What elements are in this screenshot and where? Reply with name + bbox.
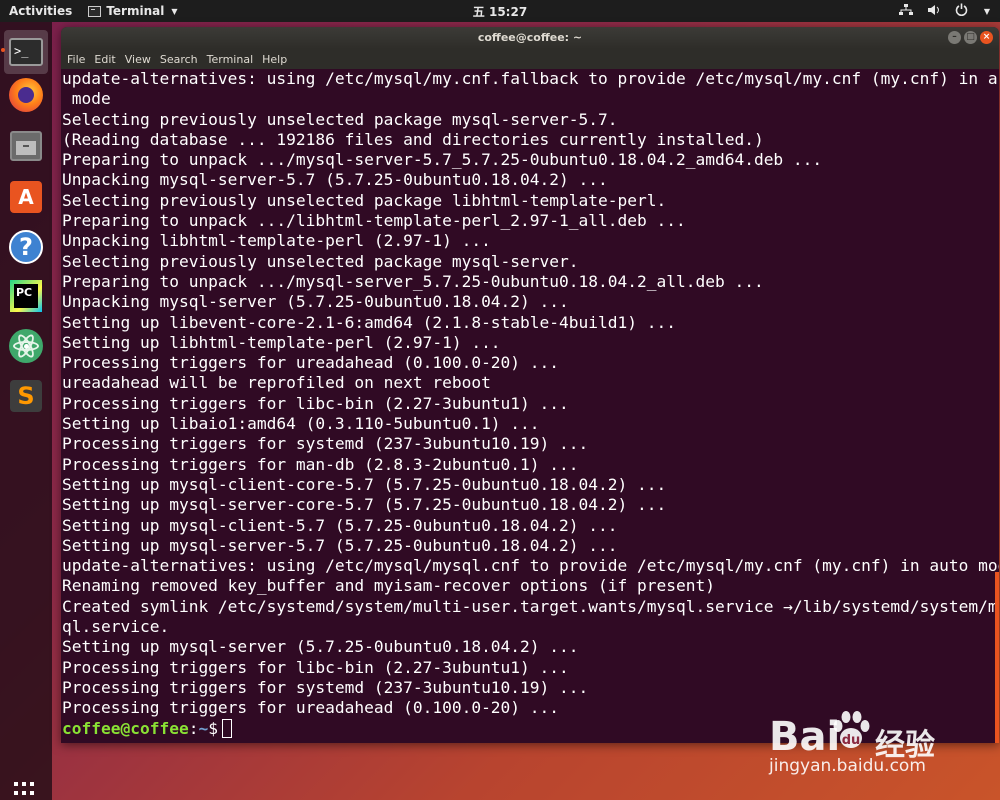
atom-icon (9, 329, 43, 363)
terminal-window: coffee@coffee: ~ – □ × File Edit View Se… (61, 27, 999, 743)
terminal-line: ureadahead will be reprofiled on next re… (62, 373, 491, 393)
dock-terminal[interactable]: >_ (1, 30, 48, 74)
terminal-line: Setting up mysql-server-5.7 (5.7.25-0ubu… (62, 535, 618, 555)
terminal-line: Setting up libhtml-template-perl (2.97-1… (62, 332, 501, 352)
terminal-line: Setting up libaio1:amd64 (0.3.110-5ubunt… (62, 414, 540, 434)
terminal-line: Processing triggers for libc-bin (2.27-3… (62, 393, 569, 413)
terminal-line: Unpacking mysql-server (5.7.25-0ubuntu0.… (62, 292, 569, 312)
baidu-watermark: Bai du 经验 jingyan.baidu.com (765, 702, 975, 782)
system-tray[interactable]: ▼ (898, 3, 990, 19)
menu-search[interactable]: Search (160, 53, 198, 66)
menu-bar: File Edit View Search Terminal Help (61, 49, 999, 69)
volume-icon (927, 4, 941, 19)
prompt-path: ~ (198, 718, 209, 738)
pycharm-icon: PC (10, 280, 42, 312)
terminal-line: Selecting previously unselected package … (62, 109, 618, 129)
terminal-mini-icon (88, 5, 102, 17)
dock-firefox[interactable] (4, 73, 48, 117)
terminal-line: (Reading database ... 192186 files and d… (62, 129, 764, 149)
clock[interactable]: 五 15:27 (473, 3, 527, 20)
terminal-line: Processing triggers for man-db (2.8.3-2u… (62, 454, 579, 474)
activities-button[interactable]: Activities (0, 4, 82, 18)
terminal-line: Preparing to unpack .../libhtml-template… (62, 211, 686, 231)
dock-sublime[interactable]: S (4, 374, 48, 418)
top-bar: Activities Terminal ▼ 五 15:27 ▼ (0, 0, 1000, 22)
dock-software[interactable]: A (4, 175, 48, 219)
app-menu-label: Terminal (106, 4, 165, 18)
show-applications-icon[interactable] (14, 782, 38, 800)
text-cursor (221, 718, 232, 738)
menu-help[interactable]: Help (262, 53, 287, 66)
network-icon (898, 3, 913, 19)
terminal-line: Setting up libevent-core-2.1-6:amd64 (2.… (62, 312, 676, 332)
minimize-button[interactable]: – (948, 31, 961, 44)
menu-view[interactable]: View (125, 53, 151, 66)
caret-down-icon: ▼ (171, 6, 178, 16)
terminal-line: Setting up mysql-server (5.7.25-0ubuntu0… (62, 637, 579, 657)
caret-down-icon: ▼ (983, 6, 990, 16)
dock: >_ A ? PC S (0, 22, 52, 800)
menu-edit[interactable]: Edit (94, 53, 115, 66)
terminal-line: Setting up mysql-server-core-5.7 (5.7.25… (62, 495, 667, 515)
terminal-line: Setting up mysql-client-core-5.7 (5.7.25… (62, 474, 667, 494)
terminal-line: update-alternatives: using /etc/mysql/my… (62, 556, 999, 576)
terminal-output[interactable]: update-alternatives: using /etc/mysql/my… (61, 69, 999, 743)
prompt-symbol: $ (208, 718, 218, 738)
window-titlebar[interactable]: coffee@coffee: ~ – □ × (61, 27, 999, 49)
terminal-line: update-alternatives: using /etc/mysql/my… (62, 69, 999, 88)
terminal-line: Processing triggers for libc-bin (2.27-3… (62, 657, 569, 677)
scrollbar[interactable] (995, 572, 999, 743)
sublime-text-icon: S (10, 380, 42, 412)
terminal-line: Created symlink /etc/systemd/system/mult… (62, 596, 999, 616)
close-button[interactable]: × (980, 31, 993, 44)
terminal-line: ql.service. (62, 617, 170, 637)
terminal-line: Selecting previously unselected package … (62, 251, 579, 271)
power-icon (955, 3, 968, 19)
terminal-line: Unpacking libhtml-template-perl (2.97-1)… (62, 231, 491, 251)
firefox-icon (9, 78, 43, 112)
baidu-paw-icon: du (833, 711, 870, 748)
terminal-line: Processing triggers for systemd (237-3ub… (62, 677, 589, 697)
prompt-separator: : (188, 718, 199, 738)
app-menu[interactable]: Terminal ▼ (82, 4, 178, 18)
files-icon (10, 131, 42, 161)
dock-pycharm[interactable]: PC (4, 274, 48, 318)
terminal-line: Renaming removed key_buffer and myisam-r… (62, 576, 715, 596)
terminal-line: Unpacking mysql-server-5.7 (5.7.25-0ubun… (62, 170, 608, 190)
dock-files[interactable] (4, 124, 48, 168)
terminal-line: Processing triggers for systemd (237-3ub… (62, 434, 589, 454)
terminal-line: Processing triggers for ureadahead (0.10… (62, 353, 560, 373)
watermark-url: jingyan.baidu.com (769, 756, 926, 776)
terminal-icon: >_ (9, 38, 43, 66)
dock-atom[interactable] (4, 324, 48, 368)
terminal-line: Selecting previously unselected package … (62, 190, 667, 210)
dock-help[interactable]: ? (4, 225, 48, 269)
terminal-line: Preparing to unpack .../mysql-server-5.7… (62, 150, 823, 170)
maximize-button[interactable]: □ (964, 31, 977, 44)
svg-text:du: du (842, 733, 861, 748)
menu-file[interactable]: File (67, 53, 85, 66)
window-title: coffee@coffee: ~ (477, 31, 583, 44)
software-store-icon: A (10, 181, 42, 213)
terminal-line: Setting up mysql-client-5.7 (5.7.25-0ubu… (62, 515, 618, 535)
terminal-line: mode (62, 89, 111, 109)
help-icon: ? (9, 230, 43, 264)
prompt-user-host: coffee@coffee (62, 718, 189, 738)
terminal-line: Preparing to unpack .../mysql-server_5.7… (62, 271, 764, 291)
menu-terminal[interactable]: Terminal (207, 53, 254, 66)
